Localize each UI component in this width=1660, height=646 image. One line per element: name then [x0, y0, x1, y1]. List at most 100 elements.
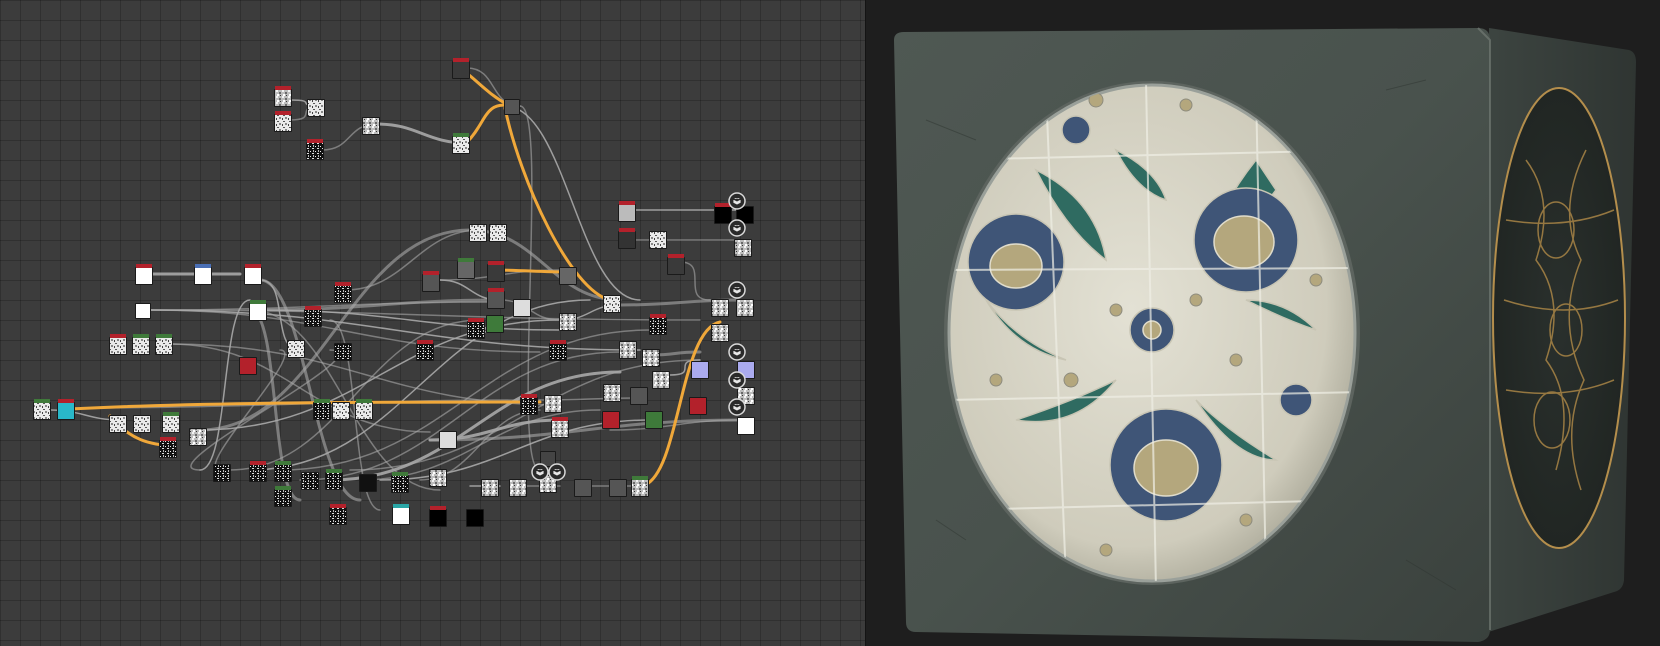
graph-node[interactable]	[391, 472, 409, 493]
graph-node[interactable]	[334, 282, 352, 303]
graph-node[interactable]	[57, 399, 75, 420]
graph-node[interactable]	[504, 99, 520, 115]
node-thumbnail	[490, 225, 506, 241]
graph-node[interactable]	[287, 340, 305, 358]
graph-node[interactable]	[109, 415, 127, 433]
viewport-canvas[interactable]	[866, 0, 1660, 646]
graph-node[interactable]	[249, 300, 267, 321]
graph-node[interactable]	[689, 397, 707, 415]
graph-node[interactable]	[509, 479, 527, 497]
graph-node[interactable]	[631, 476, 649, 497]
graph-node[interactable]	[274, 111, 292, 132]
graph-node[interactable]	[711, 324, 729, 342]
graph-node[interactable]	[714, 203, 732, 224]
cube-output-icon[interactable]	[728, 281, 746, 299]
graph-node[interactable]	[33, 399, 51, 420]
graph-node[interactable]	[429, 506, 447, 527]
graph-node[interactable]	[520, 394, 538, 415]
graph-node[interactable]	[736, 299, 754, 317]
graph-node[interactable]	[691, 361, 709, 379]
graph-node[interactable]	[239, 357, 257, 375]
cube-output-icon[interactable]	[728, 371, 746, 389]
graph-node[interactable]	[513, 299, 531, 317]
graph-node[interactable]	[452, 133, 470, 154]
graph-node[interactable]	[469, 224, 487, 242]
graph-node[interactable]	[362, 117, 380, 135]
graph-node[interactable]	[135, 264, 153, 285]
graph-node[interactable]	[332, 402, 350, 420]
3d-viewport[interactable]	[866, 0, 1660, 646]
graph-node[interactable]	[489, 224, 507, 242]
graph-node[interactable]	[559, 267, 577, 285]
graph-node[interactable]	[619, 341, 637, 359]
graph-node[interactable]	[304, 306, 322, 327]
graph-node[interactable]	[189, 428, 207, 446]
graph-node[interactable]	[249, 461, 267, 482]
graph-node[interactable]	[132, 334, 150, 355]
graph-node[interactable]	[487, 288, 505, 309]
graph-node[interactable]	[457, 258, 475, 279]
graph-node[interactable]	[734, 239, 752, 257]
graph-node[interactable]	[159, 437, 177, 458]
cube-output-icon[interactable]	[531, 463, 549, 481]
graph-node[interactable]	[487, 261, 505, 282]
cube-output-icon[interactable]	[728, 192, 746, 210]
graph-node[interactable]	[392, 504, 410, 525]
cube-output-icon[interactable]	[728, 343, 746, 361]
graph-node[interactable]	[574, 479, 592, 497]
graph-node[interactable]	[359, 474, 377, 492]
graph-node[interactable]	[325, 469, 343, 490]
graph-node[interactable]	[652, 371, 670, 389]
graph-node[interactable]	[194, 264, 212, 285]
graph-node[interactable]	[429, 469, 447, 487]
graph-node[interactable]	[549, 340, 567, 361]
graph-node[interactable]	[618, 228, 636, 249]
graph-canvas[interactable]	[0, 0, 865, 646]
graph-node[interactable]	[603, 295, 621, 313]
graph-node[interactable]	[422, 271, 440, 292]
graph-node[interactable]	[559, 313, 577, 331]
graph-node[interactable]	[645, 411, 663, 429]
graph-node[interactable]	[618, 201, 636, 222]
graph-node[interactable]	[602, 411, 620, 429]
graph-node[interactable]	[213, 464, 231, 482]
graph-node[interactable]	[135, 303, 151, 319]
graph-node[interactable]	[416, 340, 434, 361]
graph-node[interactable]	[452, 58, 470, 79]
graph-node[interactable]	[486, 315, 504, 333]
graph-node[interactable]	[306, 139, 324, 160]
graph-node[interactable]	[551, 417, 569, 438]
graph-node[interactable]	[307, 99, 325, 117]
graph-node[interactable]	[162, 412, 180, 433]
graph-node[interactable]	[466, 509, 484, 527]
graph-node[interactable]	[274, 486, 292, 507]
node-graph-editor[interactable]	[0, 0, 865, 646]
cube-output-icon[interactable]	[728, 398, 746, 416]
graph-node[interactable]	[274, 86, 292, 107]
graph-node[interactable]	[649, 231, 667, 249]
graph-node[interactable]	[439, 431, 457, 449]
graph-node[interactable]	[649, 314, 667, 335]
graph-node[interactable]	[329, 504, 347, 525]
graph-node[interactable]	[313, 399, 331, 420]
graph-node[interactable]	[642, 349, 660, 367]
graph-node[interactable]	[481, 479, 499, 497]
graph-node[interactable]	[667, 254, 685, 275]
graph-node[interactable]	[133, 415, 151, 433]
graph-node[interactable]	[274, 461, 292, 482]
graph-node[interactable]	[467, 318, 485, 339]
graph-node[interactable]	[630, 387, 648, 405]
cube-output-icon[interactable]	[548, 463, 566, 481]
graph-node[interactable]	[609, 479, 627, 497]
graph-node[interactable]	[603, 384, 621, 402]
graph-node[interactable]	[109, 334, 127, 355]
graph-node[interactable]	[334, 343, 352, 361]
graph-node[interactable]	[155, 334, 173, 355]
graph-node[interactable]	[244, 264, 262, 285]
graph-node[interactable]	[355, 399, 373, 420]
graph-node[interactable]	[544, 395, 562, 413]
graph-node[interactable]	[711, 299, 729, 317]
graph-node[interactable]	[737, 417, 755, 435]
graph-node[interactable]	[301, 472, 319, 490]
cube-output-icon[interactable]	[728, 219, 746, 237]
